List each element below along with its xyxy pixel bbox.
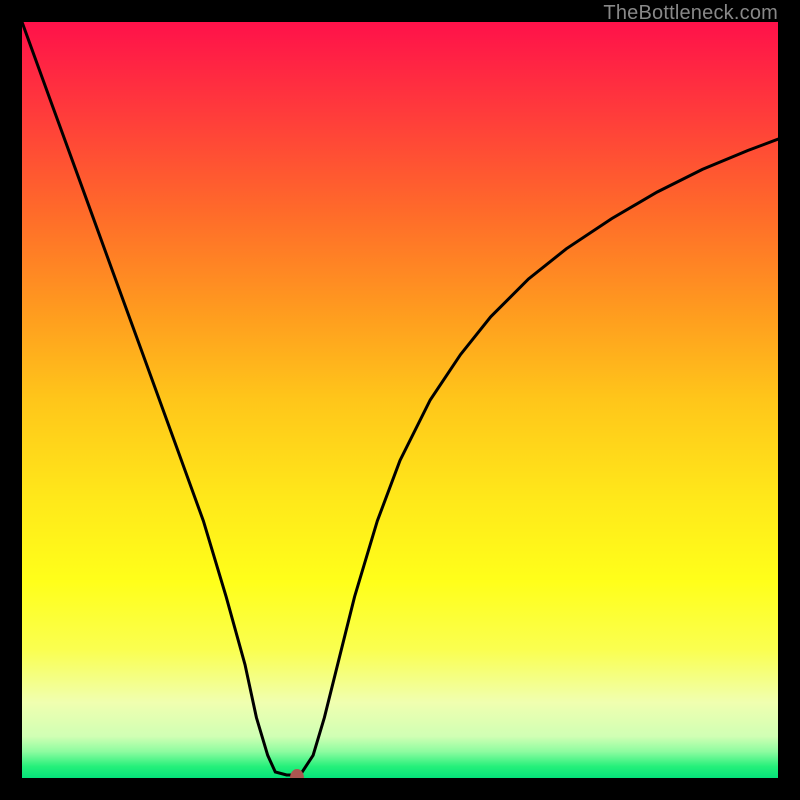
curve-path	[22, 22, 778, 775]
chart-container: TheBottleneck.com	[0, 0, 800, 800]
bottleneck-curve	[22, 22, 778, 778]
plot-area	[22, 22, 778, 778]
